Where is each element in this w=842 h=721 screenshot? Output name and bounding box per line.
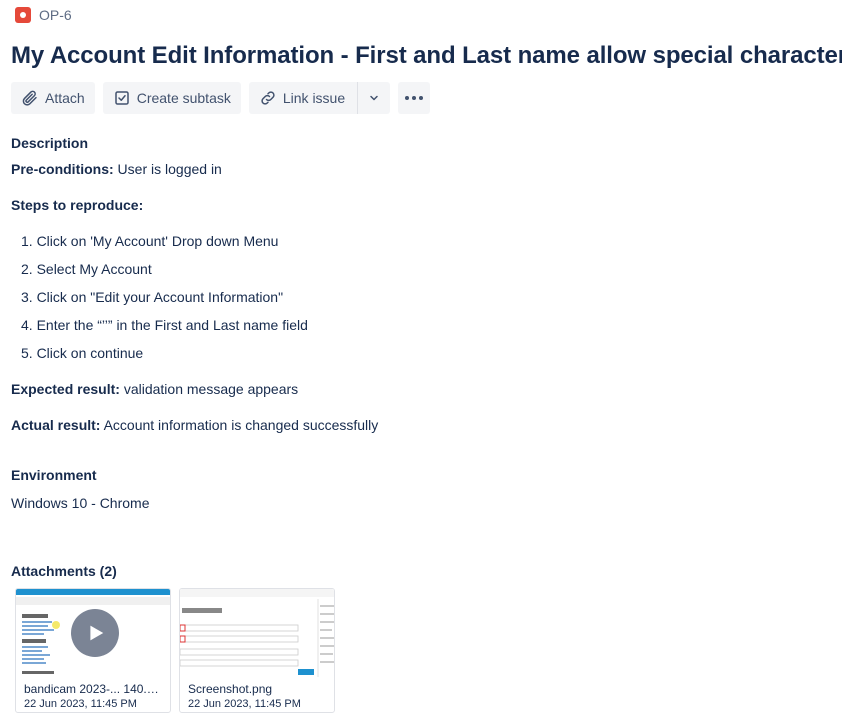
preconditions-value: User is logged in: [113, 161, 222, 177]
subtask-icon: [114, 91, 129, 105]
description-heading: Description: [11, 135, 89, 151]
create-subtask-button[interactable]: Create subtask: [102, 82, 241, 114]
chevron-down-icon: [370, 95, 378, 101]
bug-icon: [15, 7, 31, 23]
actual-result-line[interactable]: Actual result: Account information is ch…: [11, 417, 378, 433]
environment-heading: Environment: [11, 467, 97, 483]
attachment-date: 22 Jun 2023, 11:45 PM: [24, 698, 137, 710]
screenshot-preview-image: [180, 589, 334, 677]
issue-key[interactable]: OP-6: [39, 7, 72, 23]
list-item: 1. Click on 'My Account' Drop down Menu: [21, 233, 279, 249]
ellipsis-icon: [405, 96, 424, 100]
list-item: 3. Click on "Edit your Account Informati…: [21, 289, 284, 305]
expected-value: validation message appears: [119, 381, 299, 397]
preconditions-line[interactable]: Pre-conditions: User is logged in: [11, 161, 222, 177]
link-issue-label: Link issue: [282, 90, 346, 106]
attachment-card-image[interactable]: Screenshot.png 22 Jun 2023, 11:45 PM: [179, 588, 335, 713]
image-thumbnail: [180, 589, 334, 677]
attachment-name: bandicam 2023-... 140.mp4: [24, 682, 162, 696]
steps-label: Steps to reproduce:: [11, 197, 144, 213]
list-item: 5. Click on continue: [21, 345, 144, 361]
issue-title[interactable]: My Account Edit Information - First and …: [11, 42, 842, 70]
steps-heading-line[interactable]: Steps to reproduce:: [11, 197, 143, 213]
list-item: 4. Enter the “’’” in the First and Last …: [21, 317, 308, 333]
attachments-heading[interactable]: Attachments (2): [11, 563, 117, 579]
issue-key-breadcrumb[interactable]: OP-6: [15, 7, 72, 23]
issue-toolbar: Attach Create subtask Link issue: [11, 82, 431, 114]
paperclip-icon: [22, 90, 37, 106]
link-icon: [261, 91, 275, 105]
play-icon[interactable]: [71, 609, 119, 657]
create-subtask-label: Create subtask: [136, 90, 231, 106]
actual-value: Account information is changed successfu…: [100, 417, 379, 433]
preconditions-label: Pre-conditions:: [11, 161, 114, 177]
link-issue-dropdown[interactable]: [358, 82, 390, 114]
expected-label: Expected result:: [11, 381, 120, 397]
expected-result-line[interactable]: Expected result: validation message appe…: [11, 381, 298, 397]
attach-button[interactable]: Attach: [11, 82, 95, 114]
attachment-date: 22 Jun 2023, 11:45 PM: [188, 698, 301, 710]
list-item: 2. Select My Account: [21, 261, 152, 277]
environment-value[interactable]: Windows 10 - Chrome: [11, 495, 150, 511]
attachment-card-video[interactable]: bandicam 2023-... 140.mp4 22 Jun 2023, 1…: [15, 588, 171, 713]
actual-label: Actual result:: [11, 417, 101, 433]
attachments-list: bandicam 2023-... 140.mp4 22 Jun 2023, 1…: [15, 588, 335, 713]
more-actions-button[interactable]: [398, 82, 431, 114]
video-thumbnail: [16, 589, 170, 677]
attachment-name: Screenshot.png: [188, 682, 273, 696]
attach-label: Attach: [45, 90, 85, 106]
steps-list[interactable]: 1. Click on 'My Account' Drop down Menu …: [11, 233, 308, 373]
link-issue-button[interactable]: Link issue: [249, 82, 359, 114]
link-issue-split-button: Link issue: [248, 82, 391, 114]
